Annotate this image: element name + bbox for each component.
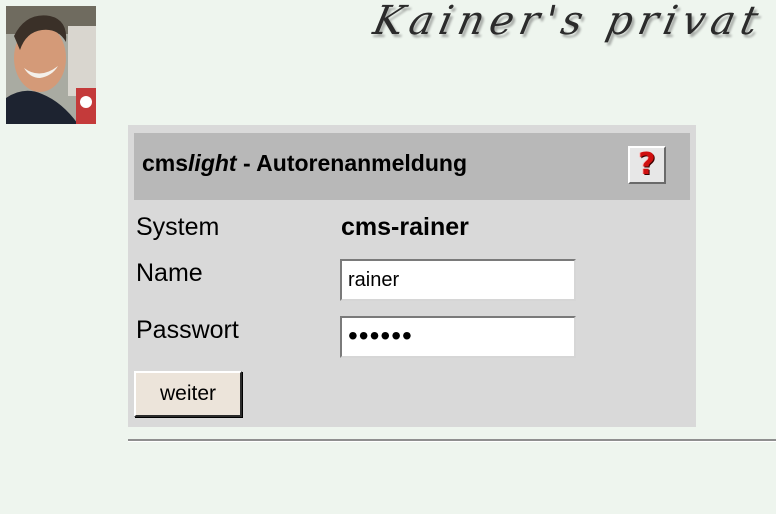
- horizontal-divider: [128, 439, 776, 442]
- system-value: cms-rainer: [341, 213, 469, 241]
- password-input[interactable]: ••••••: [340, 316, 576, 358]
- help-button[interactable]: ?: [628, 146, 666, 184]
- site-banner-title: Kainer's privat: [368, 0, 769, 44]
- submit-button[interactable]: weiter: [134, 371, 242, 417]
- name-label: Name: [136, 259, 203, 287]
- name-input[interactable]: [340, 259, 576, 301]
- person-photo-icon: [6, 6, 96, 124]
- login-title-italic: light: [188, 150, 237, 176]
- login-title: cmslight - Autorenanmeldung: [142, 150, 467, 177]
- login-panel: cmslight - Autorenanmeldung ? System cms…: [128, 125, 696, 427]
- login-header: cmslight - Autorenanmeldung ?: [134, 133, 690, 200]
- question-mark-icon: ?: [638, 147, 656, 182]
- password-label: Passwort: [136, 316, 239, 344]
- login-title-suffix: - Autorenanmeldung: [236, 150, 468, 176]
- profile-photo: [6, 6, 96, 124]
- system-label: System: [136, 213, 220, 241]
- login-title-prefix: cms: [142, 150, 189, 176]
